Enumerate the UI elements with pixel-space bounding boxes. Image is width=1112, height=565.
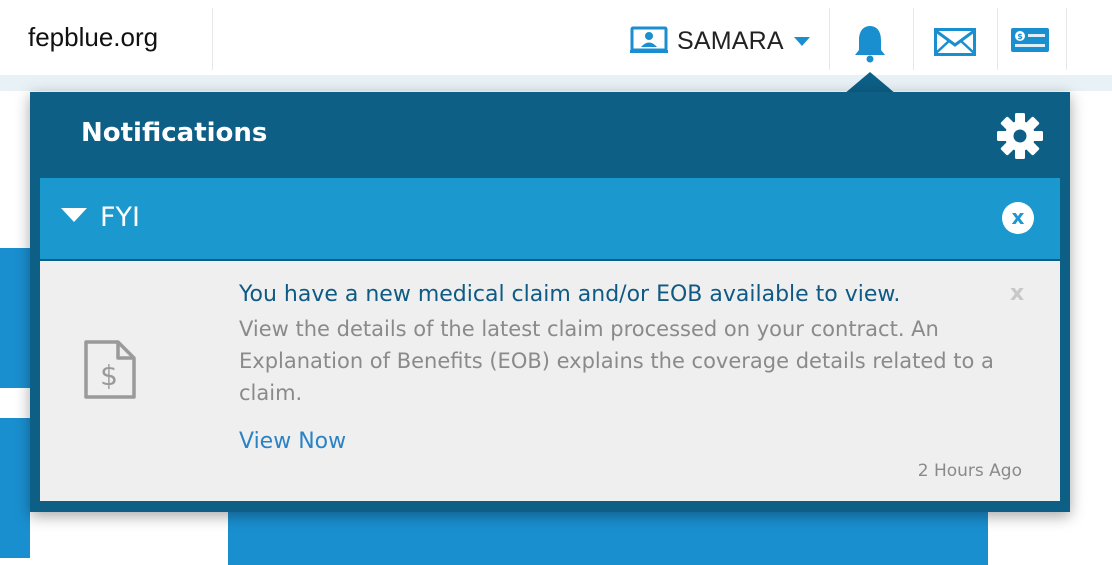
view-now-link[interactable]: View Now xyxy=(239,429,346,454)
close-group-button[interactable]: x xyxy=(1002,202,1034,234)
caret-down-icon xyxy=(793,32,810,51)
notification-timestamp: 2 Hours Ago xyxy=(917,461,1022,481)
caret-down-icon xyxy=(61,208,87,228)
header-divider xyxy=(913,8,914,70)
user-name: SAMARA xyxy=(677,26,784,55)
group-label: FYI xyxy=(100,202,140,233)
svg-text:$: $ xyxy=(100,359,118,392)
background-tile xyxy=(0,418,30,558)
header-divider xyxy=(1066,8,1067,70)
notification-item: $ You have a new medical claim and/or EO… xyxy=(40,261,1060,501)
background-banner xyxy=(228,505,988,565)
site-name[interactable]: fepblue.org xyxy=(28,22,158,53)
gear-icon[interactable] xyxy=(994,110,1046,166)
notifications-panel: Notifications FYI x $ You have a new med… xyxy=(30,92,1070,512)
bell-icon[interactable] xyxy=(852,24,888,68)
user-menu[interactable]: SAMARA xyxy=(630,24,810,58)
envelope-icon[interactable] xyxy=(934,28,976,60)
top-header: fepblue.org SAMARA $ xyxy=(0,0,1112,75)
payment-card-icon[interactable]: $ xyxy=(1011,28,1049,58)
panel-title: Notifications xyxy=(81,118,268,148)
notification-group-header[interactable]: FYI x xyxy=(40,178,1060,259)
svg-text:$: $ xyxy=(1017,32,1023,41)
header-divider xyxy=(212,8,213,70)
header-divider xyxy=(829,8,830,70)
header-underbar xyxy=(0,75,1112,91)
notification-title: You have a new medical claim and/or EOB … xyxy=(239,282,901,307)
claim-document-icon: $ xyxy=(82,339,138,405)
notification-body: View the details of the latest claim pro… xyxy=(239,317,994,405)
panel-pointer xyxy=(844,72,896,94)
id-card-icon xyxy=(630,24,668,58)
background-tile xyxy=(0,248,30,388)
header-divider xyxy=(997,8,998,70)
dismiss-notification-button[interactable]: x xyxy=(1010,281,1024,306)
